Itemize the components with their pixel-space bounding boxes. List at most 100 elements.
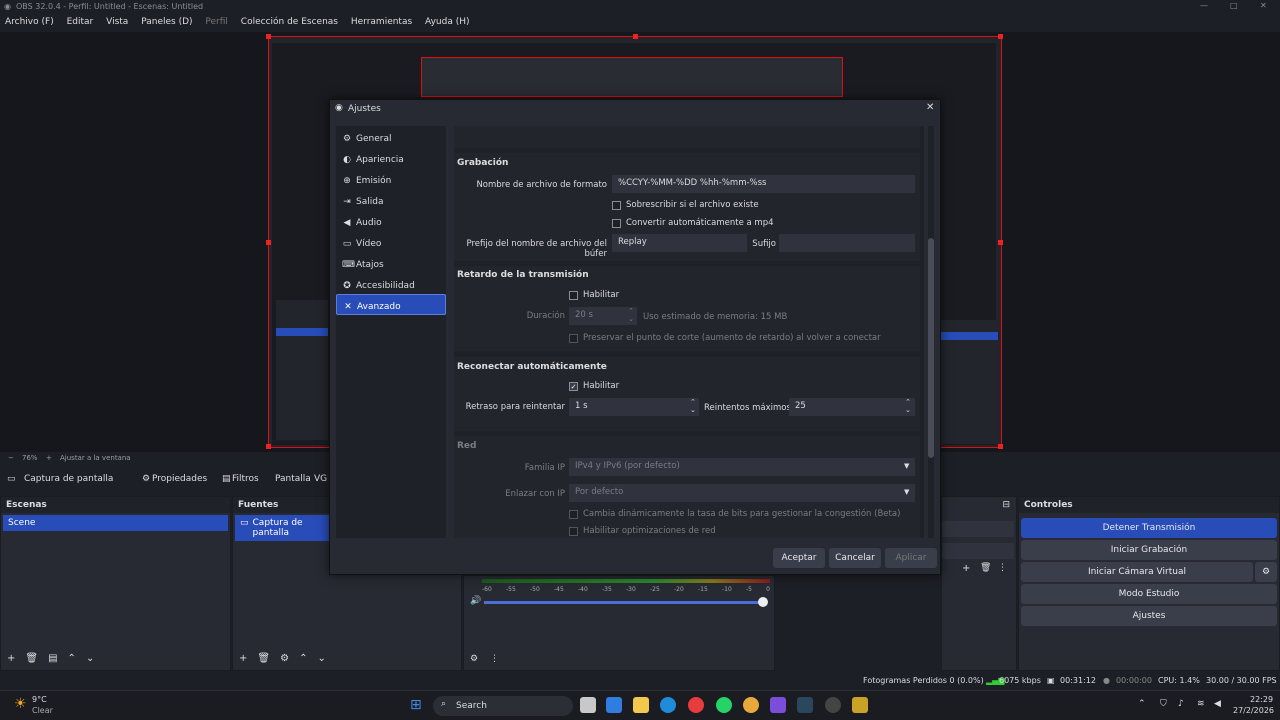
add-icon[interactable]: + — [962, 563, 970, 574]
sidebar-item-salida[interactable]: ⇥ Salida — [336, 189, 446, 210]
zoom-out-icon[interactable]: − — [8, 454, 14, 462]
steam-icon[interactable] — [797, 697, 813, 713]
trash-icon[interactable]: 🗑 — [25, 653, 38, 664]
trash-icon[interactable]: 🗑 — [980, 563, 991, 573]
trash-icon[interactable]: 🗑 — [257, 653, 270, 664]
volume-icon[interactable]: ◀ — [1214, 699, 1221, 709]
content-scrollbar[interactable] — [928, 126, 934, 538]
chrome-icon[interactable] — [743, 697, 759, 713]
sidebar-item-emision[interactable]: ⊕ Emisión — [336, 168, 446, 189]
menu-archivo[interactable]: Archivo (F) — [0, 14, 59, 30]
sidebar-item-accesibilidad[interactable]: ✪ Accesibilidad — [336, 273, 446, 294]
duration-input[interactable]: 20 s — [569, 307, 637, 325]
file-explorer-icon[interactable] — [633, 697, 649, 713]
taskbar-search[interactable]: ⌕ Search — [433, 696, 573, 716]
transition-duration[interactable] — [942, 543, 1014, 559]
shield-icon[interactable]: ⛉ — [1160, 699, 1167, 709]
clock-time[interactable]: 22:29 — [1250, 695, 1273, 704]
checkbox-box[interactable]: ✓ — [569, 381, 578, 391]
edge-icon[interactable] — [660, 697, 676, 713]
obs-taskbar-icon[interactable] — [825, 697, 841, 713]
chevron-up-icon[interactable]: ⌃ — [1138, 699, 1146, 709]
menu-paneles[interactable]: Paneles (D) — [136, 14, 197, 30]
dropdown-arrow-icon[interactable]: ▼ — [904, 462, 909, 470]
whatsapp-icon[interactable] — [716, 697, 732, 713]
menu-ayuda[interactable]: Ayuda (H) — [420, 14, 474, 30]
mixer-settings-icon[interactable]: ⚙ — [470, 654, 478, 664]
scrollbar-thumb[interactable] — [928, 238, 934, 458]
suffix-input[interactable] — [779, 234, 915, 252]
menu-vista[interactable]: Vista — [101, 14, 133, 30]
volume-slider[interactable] — [484, 601, 764, 604]
max-retries-input[interactable]: 25 — [789, 398, 915, 416]
reconnect-enable-checkbox[interactable]: ✓ Habilitar — [569, 381, 619, 391]
scene-item[interactable]: Scene — [3, 515, 228, 531]
fit-window-button[interactable]: Ajustar a la ventana — [60, 454, 131, 462]
volume-slider-handle[interactable] — [758, 597, 768, 607]
start-virtual-camera-button[interactable]: Iniciar Cámara Virtual — [1021, 562, 1253, 582]
weather-temp[interactable]: 9°C — [32, 695, 47, 704]
transition-select[interactable] — [942, 521, 1014, 537]
checkbox-box[interactable] — [569, 526, 578, 536]
accept-button[interactable]: Aceptar — [773, 548, 825, 568]
discord-icon[interactable] — [770, 697, 786, 713]
dynamic-bitrate-checkbox[interactable]: Cambia dinámicamente la tasa de bits par… — [569, 509, 900, 519]
arrow-up-icon[interactable]: ⌃ — [68, 653, 76, 664]
arrow-down-icon[interactable]: ⌄ — [317, 653, 325, 664]
windows-start-icon[interactable]: ⊞ — [410, 697, 422, 713]
add-icon[interactable]: + — [239, 653, 247, 664]
settings-button[interactable]: Ajustes — [1021, 606, 1277, 626]
close-window-button[interactable]: ✕ — [1260, 1, 1267, 10]
wifi-icon[interactable]: ≋ — [1197, 699, 1205, 709]
sidebar-item-atajos[interactable]: ⌨ Atajos — [336, 252, 446, 273]
sidebar-item-apariencia[interactable]: ◐ Apariencia — [336, 147, 446, 168]
task-view-icon[interactable] — [580, 697, 596, 713]
retry-delay-input[interactable]: 1 s — [569, 398, 699, 416]
ip-family-select[interactable]: IPv4 y IPv6 (por defecto) — [569, 458, 915, 476]
sidebar-item-audio[interactable]: ◀ Audio — [336, 210, 446, 231]
studio-mode-button[interactable]: Modo Estudio — [1021, 584, 1277, 604]
bind-ip-select[interactable]: Por defecto — [569, 484, 915, 502]
menu-perfil[interactable]: Perfil — [200, 14, 233, 30]
dropdown-arrow-icon[interactable]: ▼ — [904, 488, 909, 496]
minimize-button[interactable]: — — [1200, 1, 1208, 10]
screen-select[interactable]: Pantalla — [275, 474, 311, 484]
filters-button[interactable]: Filtros — [232, 474, 259, 484]
filter-icon[interactable]: ▤ — [48, 653, 57, 664]
gear-icon[interactable]: ⚙ — [1255, 562, 1277, 582]
sidebar-item-avanzado[interactable]: ✕ Avanzado — [336, 294, 446, 315]
cancel-button[interactable]: Cancelar — [829, 548, 881, 568]
settings-content[interactable]: Grabación Nombre de archivo de formato %… — [454, 126, 924, 538]
overwrite-checkbox[interactable]: Sobrescribir si el archivo existe — [612, 200, 759, 210]
undock-icon[interactable]: ⊟ — [1002, 500, 1010, 510]
replay-prefix-input[interactable]: Replay — [612, 234, 747, 252]
delay-enable-checkbox[interactable]: Habilitar — [569, 290, 619, 300]
menu-dots-icon[interactable]: ⋮ — [998, 563, 1007, 573]
arrow-up-icon[interactable]: ⌃ — [299, 653, 307, 664]
apply-button[interactable]: Aplicar — [885, 548, 937, 568]
sidebar-item-general[interactable]: ⚙ General — [336, 126, 446, 147]
maximize-button[interactable]: □ — [1230, 1, 1238, 10]
menu-herramientas[interactable]: Herramientas — [346, 14, 417, 30]
preserve-checkbox[interactable]: Preservar el punto de corte (aumento de … — [569, 333, 881, 343]
zoom-in-icon[interactable]: + — [46, 454, 52, 462]
checkbox-box[interactable] — [569, 290, 578, 300]
gear-icon[interactable]: ⚙ — [280, 653, 289, 664]
vg-select[interactable]: VG — [314, 474, 327, 484]
source-item[interactable]: ▭ Captura de pantalla — [235, 515, 329, 541]
app-icon[interactable] — [852, 697, 868, 713]
start-recording-button[interactable]: Iniciar Grabación — [1021, 540, 1277, 560]
arrow-down-icon[interactable]: ⌄ — [86, 653, 94, 664]
network-optimizations-checkbox[interactable]: Habilitar optimizaciones de red — [569, 526, 716, 536]
properties-button[interactable]: Propiedades — [152, 474, 207, 484]
spin-arrows-icon[interactable]: ⌃ ⌄ — [628, 307, 634, 323]
speaker-icon[interactable]: 🔊 — [470, 596, 481, 606]
checkbox-box[interactable] — [569, 333, 578, 343]
menu-editar[interactable]: Editar — [62, 14, 99, 30]
stop-stream-button[interactable]: Detener Transmisión — [1021, 518, 1277, 538]
checkbox-box[interactable] — [569, 509, 578, 519]
filename-input[interactable]: %CCYY-%MM-%DD %hh-%mm-%ss — [612, 175, 915, 193]
sidebar-item-video[interactable]: ▭ Vídeo — [336, 231, 446, 252]
checkbox-box[interactable] — [612, 218, 621, 228]
menu-dots-icon[interactable]: ⋮ — [490, 654, 499, 664]
